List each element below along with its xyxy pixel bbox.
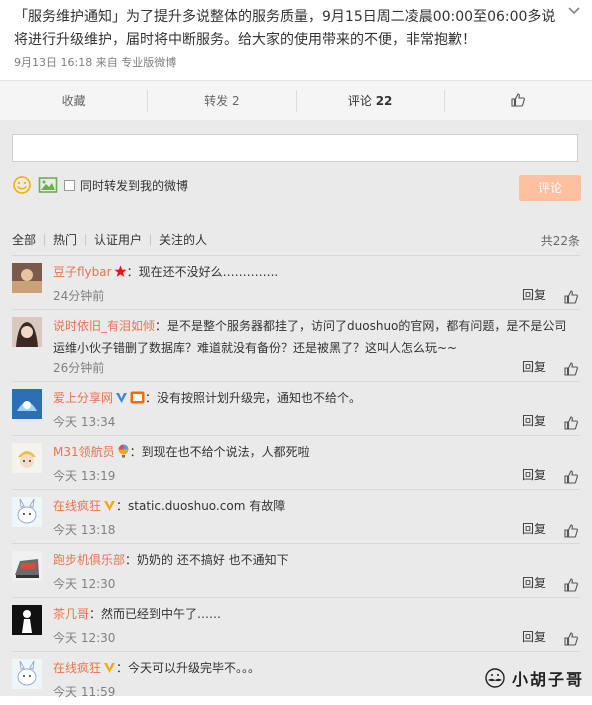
comment-tab[interactable]: 评论 22: [295, 90, 444, 127]
comment-username[interactable]: 茶几哥: [53, 607, 89, 621]
comment-text: ：static.duoshuo.com 有故障: [116, 499, 286, 513]
repost-checkbox[interactable]: [64, 179, 75, 191]
comment-tab-label: 评论: [347, 94, 372, 108]
avatar[interactable]: [12, 659, 42, 689]
comment-time[interactable]: 今天 13:34: [53, 413, 115, 430]
mustache-face-icon: [485, 668, 505, 688]
thumbs-up-icon[interactable]: [564, 632, 578, 646]
comment-username[interactable]: 说时依旧_有泪如倾: [53, 319, 155, 333]
comment-text: ：然而已经到中午了……: [89, 607, 222, 621]
post-source[interactable]: 专业版微博: [121, 56, 176, 69]
comment-filter-bar: 全部 热门 认证用户 关注的人 共22条: [12, 232, 580, 248]
favorite-button[interactable]: 收藏: [0, 90, 147, 112]
thumbs-up-icon[interactable]: [564, 362, 578, 376]
comment-username[interactable]: 在线疯狂: [53, 661, 101, 675]
comment-item: 在线疯狂 ：static.duoshuo.com 有故障 今天 13:18 回复: [12, 489, 580, 543]
watermark: 小胡子哥: [482, 666, 584, 690]
post-source-prefix: 来自: [95, 56, 118, 69]
thumbs-up-icon: [511, 93, 526, 107]
comment-input[interactable]: [12, 134, 578, 162]
avatar[interactable]: [12, 443, 42, 473]
comment-item: 豆子flybar ：现在还不没好么………….. 24分钟前 回复: [12, 255, 580, 309]
thumbs-up-icon[interactable]: [564, 524, 578, 538]
comment-text: ：现在还不没好么…………..: [126, 265, 279, 279]
comment-username[interactable]: 在线疯狂: [53, 499, 101, 513]
reply-button[interactable]: 回复: [522, 628, 546, 645]
comment-item: 爱上分享网 ：没有按照计划升级完，通知也不给个。 今天 13:34 回复: [12, 381, 580, 435]
avatar[interactable]: [12, 497, 42, 527]
verified-v-icon: [116, 393, 128, 403]
filter-following[interactable]: 关注的人: [150, 234, 215, 246]
comment-text: ：奶奶的 还不搞好 也不通知下: [125, 553, 289, 567]
comment-text: ：到现在也不给个说法，人都死啦: [129, 445, 310, 459]
image-icon[interactable]: [38, 176, 58, 194]
weibo-post: 「服务维护通知」为了提升多说整体的服务质量，9月15日周二凌晨00:00至06:…: [0, 0, 592, 80]
comment-username[interactable]: 豆子flybar: [53, 265, 112, 279]
comment-text: ：没有按照计划升级完，通知也不给个。: [145, 391, 362, 405]
comment-count: 22: [375, 94, 393, 108]
avatar[interactable]: [12, 317, 42, 347]
watermark-text: 小胡子哥: [511, 670, 584, 689]
chevron-down-icon[interactable]: [566, 2, 582, 18]
filter-hot[interactable]: 热门: [44, 234, 85, 246]
balloon-badge-icon: [118, 444, 129, 458]
comment-item: 茶几哥：然而已经到中午了…… 今天 12:30 回复: [12, 597, 580, 651]
like-button[interactable]: [443, 90, 592, 112]
comment-time[interactable]: 今天 12:30: [53, 629, 115, 646]
avatar[interactable]: [12, 263, 42, 293]
comment-panel: 同时转发到我的微博 评论 全部 热门 认证用户 关注的人 共22条 豆子flyb…: [0, 120, 592, 699]
verified-v-icon: [104, 501, 116, 511]
post-text: 「服务维护通知」为了提升多说整体的服务质量，9月15日周二凌晨00:00至06:…: [14, 9, 556, 48]
filter-all[interactable]: 全部: [12, 234, 44, 246]
thumbs-up-icon[interactable]: [564, 290, 578, 304]
reply-button[interactable]: 回复: [522, 412, 546, 429]
reply-button[interactable]: 回复: [522, 358, 546, 375]
comment-username[interactable]: M31领航员: [53, 445, 115, 459]
avatar[interactable]: [12, 551, 42, 581]
comment-time[interactable]: 今天 13:18: [53, 521, 115, 538]
comment-time[interactable]: 今天 11:59: [53, 683, 115, 700]
verified-v-icon: [104, 663, 116, 673]
reply-button[interactable]: 回复: [522, 286, 546, 303]
comment-time[interactable]: 今天 13:19: [53, 467, 115, 484]
comment-item: 跑步机俱乐部：奶奶的 还不搞好 也不通知下 今天 12:30 回复: [12, 543, 580, 597]
thumbs-up-icon[interactable]: [564, 578, 578, 592]
comment-item: 说时依旧_有泪如倾：是不是整个服务器都挂了，访问了duoshuo的官网，都有问题…: [12, 309, 580, 381]
post-meta: 9月13日 16:18 来自 专业版微博: [14, 54, 176, 70]
taobao-badge-icon: [130, 391, 145, 404]
comment-time[interactable]: 24分钟前: [53, 287, 104, 304]
comment-time[interactable]: 26分钟前: [53, 359, 104, 376]
avatar[interactable]: [12, 605, 42, 635]
reply-button[interactable]: 回复: [522, 520, 546, 537]
comment-username[interactable]: 跑步机俱乐部: [53, 553, 125, 567]
repost-checkbox-label[interactable]: 同时转发到我的微博: [80, 177, 188, 194]
avatar[interactable]: [12, 389, 42, 419]
repost-button[interactable]: 转发 2: [147, 90, 295, 112]
comment-total: 共22条: [540, 233, 580, 248]
comment-text: ：今天可以升级完毕不。。。: [116, 661, 261, 675]
emoji-icon[interactable]: [12, 176, 32, 194]
reply-button[interactable]: 回复: [522, 466, 546, 483]
thumbs-up-icon[interactable]: [564, 470, 578, 484]
action-bar: 收藏 转发 2 评论 22: [0, 80, 592, 127]
comment-time[interactable]: 今天 12:30: [53, 575, 115, 592]
comment-list: 豆子flybar ：现在还不没好么………….. 24分钟前 回复 说时依旧_有泪如…: [12, 255, 580, 705]
filter-verified[interactable]: 认证用户: [85, 234, 150, 246]
comment-username[interactable]: 爱上分享网: [53, 391, 113, 405]
reply-button[interactable]: 回复: [522, 574, 546, 591]
star-badge-icon: [114, 265, 127, 277]
post-date[interactable]: 9月13日 16:18: [14, 56, 92, 69]
composer-tools: 同时转发到我的微博: [12, 174, 188, 196]
submit-comment-button[interactable]: 评论: [519, 175, 581, 201]
thumbs-up-icon[interactable]: [564, 416, 578, 430]
comment-item: M31领航员 ：到现在也不给个说法，人都死啦 今天 13:19 回复: [12, 435, 580, 489]
